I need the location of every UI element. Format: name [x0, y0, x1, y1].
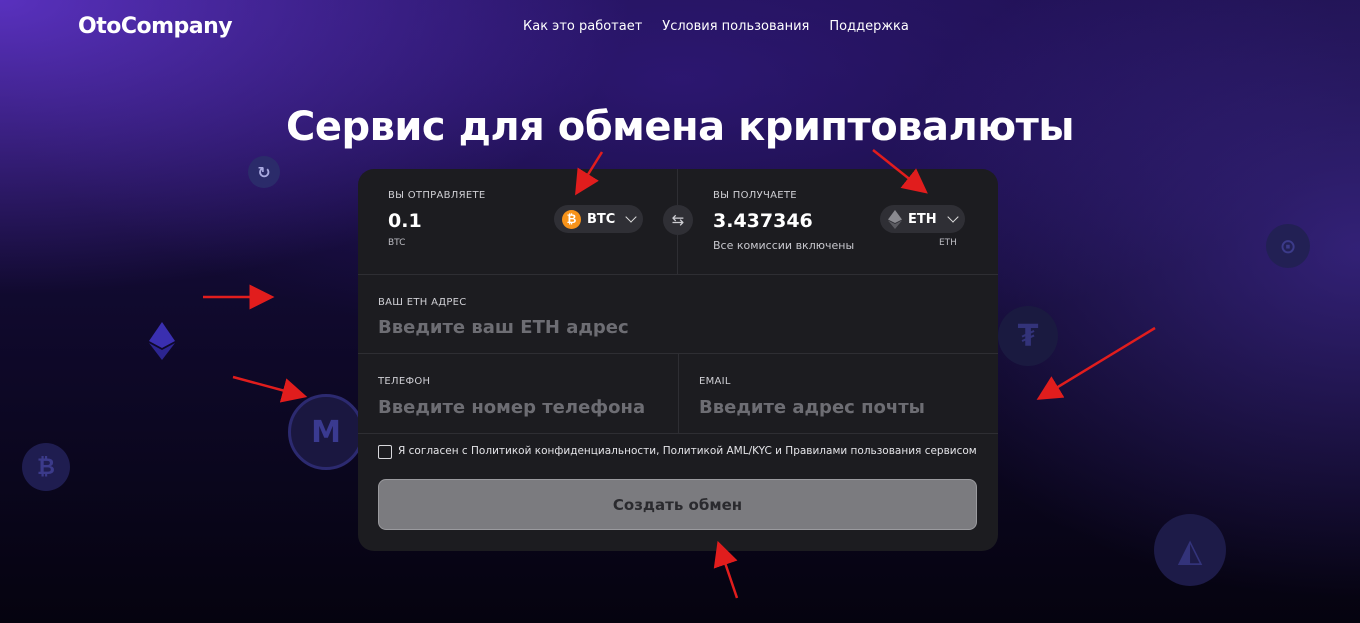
annotation-arrow	[872, 149, 928, 194]
annotation-arrow	[1036, 326, 1156, 400]
annotation-arrow	[575, 151, 604, 196]
annotation-arrows	[203, 149, 1156, 599]
annotation-arrow	[232, 375, 308, 403]
annotation-arrow	[713, 540, 739, 599]
